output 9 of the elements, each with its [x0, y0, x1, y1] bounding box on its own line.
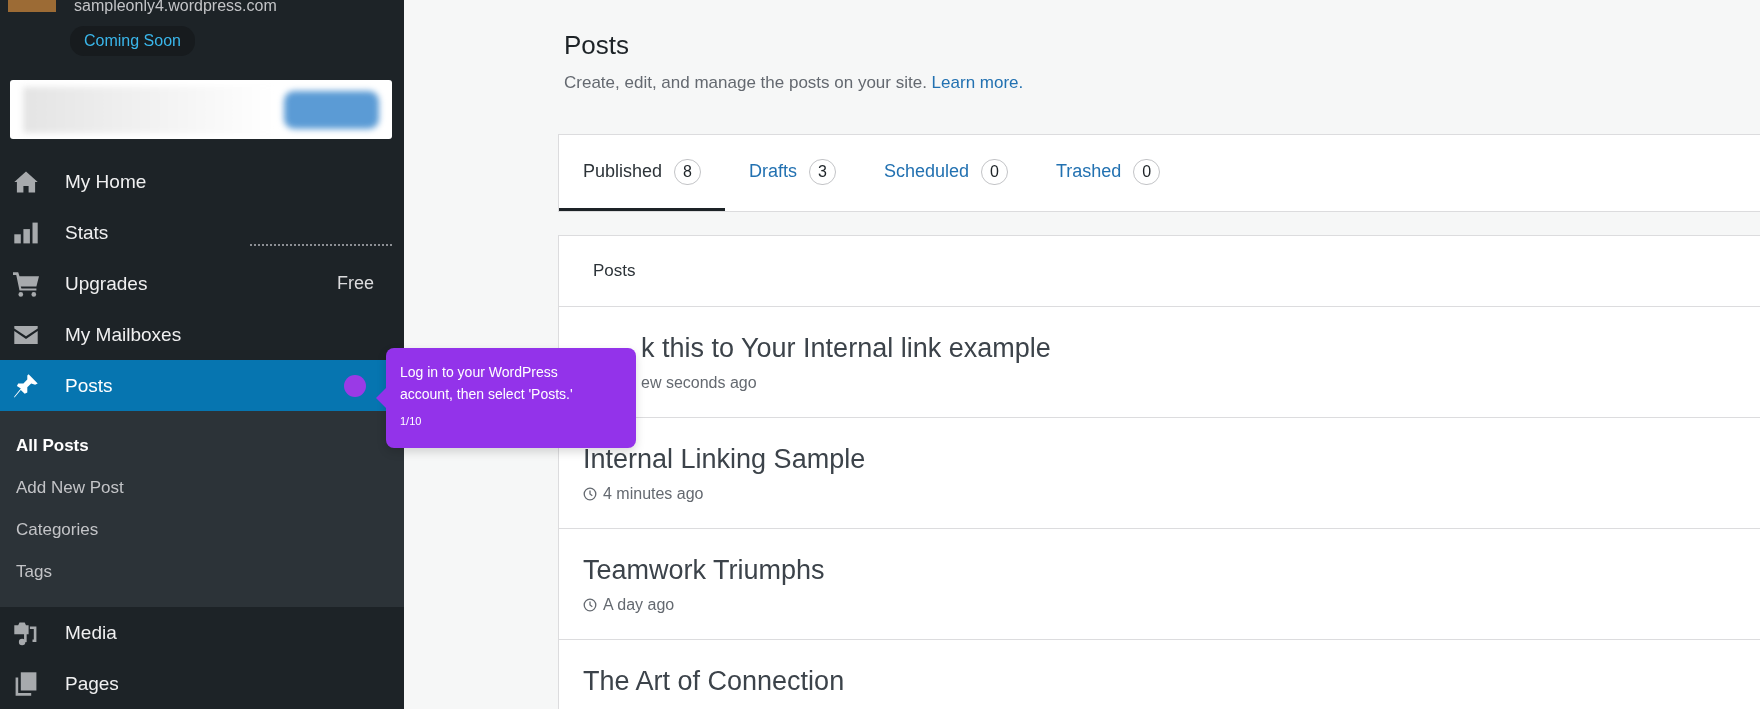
- status-badge: Coming Soon: [70, 26, 195, 56]
- list-heading: Posts: [559, 236, 1760, 307]
- step-counter: 1/10: [400, 415, 423, 428]
- page-title: Posts: [564, 30, 631, 61]
- post-time: ew seconds ago: [641, 374, 757, 392]
- post-time: 4 minutes ago: [603, 485, 704, 503]
- site-address: sampleonly4.wordpress.com: [74, 0, 277, 15]
- post-time: A day ago: [603, 596, 675, 614]
- page-description: Create, edit, and manage the posts on your site. Learn more.: [564, 73, 1025, 93]
